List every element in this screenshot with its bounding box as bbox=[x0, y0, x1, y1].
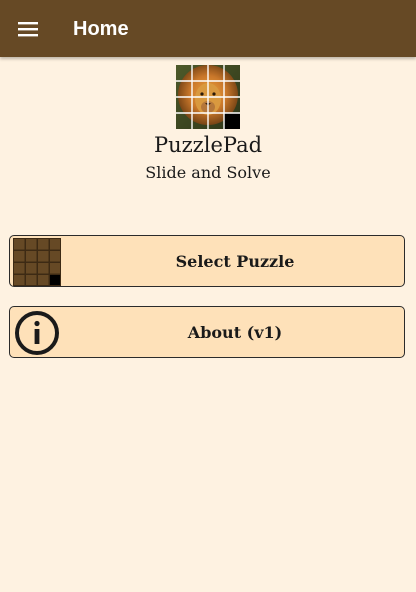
app-bar: Home bbox=[0, 0, 416, 57]
puzzle-grid-icon bbox=[13, 238, 61, 286]
page-title: Home bbox=[73, 18, 129, 40]
info-icon bbox=[13, 309, 61, 357]
lion-puzzle-logo bbox=[176, 65, 240, 129]
menu-button[interactable] bbox=[14, 15, 42, 43]
about-button[interactable]: About (v1) bbox=[9, 306, 405, 358]
app-tagline: Slide and Solve bbox=[145, 163, 271, 182]
app-name: PuzzlePad bbox=[153, 133, 263, 157]
hamburger-menu-icon bbox=[18, 22, 38, 37]
select-puzzle-button[interactable]: Select Puzzle bbox=[9, 235, 405, 287]
app-logo bbox=[176, 65, 240, 129]
about-label: About (v1) bbox=[187, 322, 283, 342]
select-puzzle-label: Select Puzzle bbox=[175, 251, 295, 271]
